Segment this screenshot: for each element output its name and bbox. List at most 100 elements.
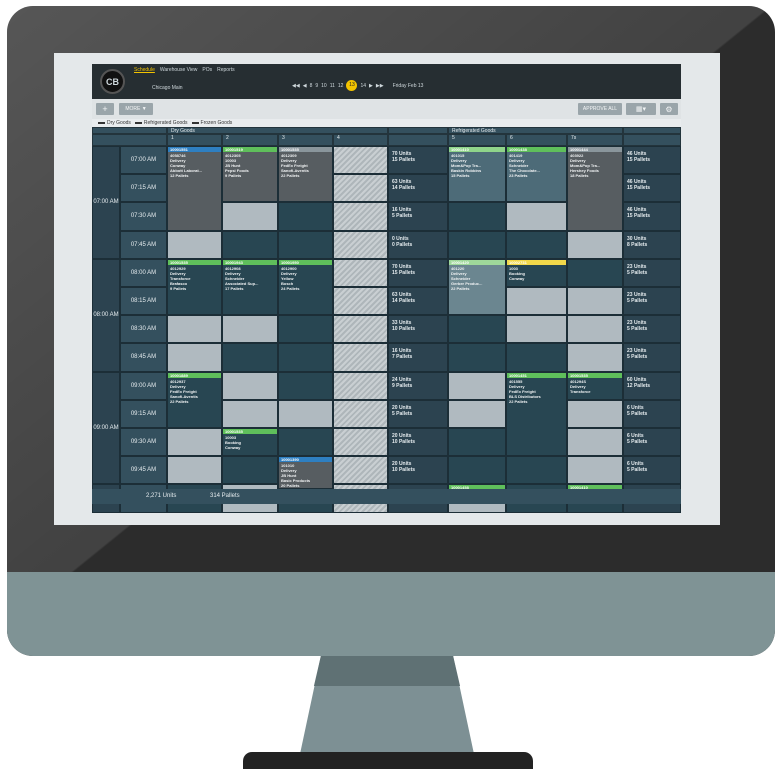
location-label[interactable]: Chicago Main xyxy=(152,85,183,91)
appointment-card[interactable]: 10001889 4012937 Delivery FedEx Freight Sano… xyxy=(167,371,222,428)
door-header-6[interactable]: 6 xyxy=(506,134,567,146)
door-header-blank xyxy=(92,134,167,146)
slot-cell[interactable] xyxy=(506,343,567,372)
view-switch-icon[interactable]: ▦▾ xyxy=(626,103,656,115)
slot-cell[interactable] xyxy=(448,371,506,400)
slot-cell[interactable] xyxy=(333,456,388,485)
slot-cell[interactable] xyxy=(506,456,567,485)
app-logo[interactable]: CB xyxy=(100,69,125,94)
approve-all-button[interactable]: APPROVE ALL xyxy=(578,103,622,115)
slot-cell[interactable] xyxy=(167,315,222,344)
slot-cell[interactable] xyxy=(333,287,388,316)
slot-cell[interactable] xyxy=(278,399,333,428)
prev-week-icon[interactable]: ◀◀ xyxy=(292,83,300,89)
door-header-1[interactable]: 1 xyxy=(167,134,222,146)
time-slot: 09:30 AM xyxy=(120,428,167,457)
slot-cell[interactable] xyxy=(567,315,623,344)
slot-cell[interactable] xyxy=(448,399,506,428)
appointment-card[interactable]: 10001438 401419 Delivery Schneider The Choco… xyxy=(506,146,567,203)
slot-cell[interactable] xyxy=(567,287,623,316)
nav-reports[interactable]: Reports xyxy=(217,67,235,73)
door-header-3[interactable]: 3 xyxy=(278,134,333,146)
slot-cell[interactable] xyxy=(167,343,222,372)
next-day-icon[interactable]: ▶ xyxy=(369,83,373,89)
slot-cell[interactable] xyxy=(333,399,388,428)
slot-cell[interactable] xyxy=(278,202,333,231)
slot-cell[interactable] xyxy=(333,315,388,344)
slot-cell[interactable] xyxy=(278,230,333,259)
door-header-5[interactable]: 5 xyxy=(448,134,506,146)
slot-cell[interactable] xyxy=(506,230,567,259)
slot-cell[interactable] xyxy=(567,230,623,259)
slot-cell[interactable] xyxy=(278,428,333,457)
slot-cell[interactable] xyxy=(167,428,222,457)
slot-cell[interactable] xyxy=(222,202,278,231)
appointment-card[interactable]: 10001535 4012309 Delivery FedEx Freight Sano… xyxy=(278,146,333,203)
appointment-card[interactable]: 10001950 4012900 Delivery Yellow Bosch 24 Pal… xyxy=(278,258,333,316)
slot-cell[interactable] xyxy=(506,315,567,344)
appointment-card[interactable]: 10001551 4058746 Delivery Conway Abbott Labo… xyxy=(167,146,222,231)
day-13-selected[interactable]: 13 xyxy=(346,80,358,91)
slot-cell[interactable] xyxy=(448,230,506,259)
prev-day-icon[interactable]: ◀ xyxy=(303,83,307,89)
slot-cell[interactable] xyxy=(506,287,567,316)
day-11[interactable]: 11 xyxy=(330,83,335,89)
appointment-card[interactable]: 10001444 403922 Delivery Mom&Pop Tra... Hers… xyxy=(567,146,623,231)
nav-warehouse-view[interactable]: Warehouse View xyxy=(160,67,198,73)
appointment-card[interactable]: 10001943 4012908 Delivery Schneider Associat… xyxy=(222,258,278,316)
appointment-card[interactable]: 10001535 10003 Booking Conway xyxy=(222,428,278,457)
slot-cell[interactable] xyxy=(222,456,278,485)
slot-cell[interactable] xyxy=(333,258,388,287)
slot-cell[interactable] xyxy=(567,258,623,287)
slot-cell[interactable] xyxy=(333,174,388,203)
day-10[interactable]: 10 xyxy=(321,83,327,89)
slot-cell[interactable] xyxy=(567,343,623,372)
slot-cell[interactable] xyxy=(448,202,506,231)
nav-pos[interactable]: POs xyxy=(202,67,212,73)
day-14[interactable]: 14 xyxy=(360,83,366,89)
nav-schedule[interactable]: Schedule xyxy=(134,67,155,73)
slot-cell[interactable] xyxy=(448,315,506,344)
door-header-7s[interactable]: 7s xyxy=(567,134,623,146)
day-9[interactable]: 9 xyxy=(315,83,318,89)
slot-cell[interactable] xyxy=(333,202,388,231)
slot-cell[interactable] xyxy=(278,343,333,372)
slot-cell[interactable] xyxy=(567,456,623,485)
slot-cell[interactable] xyxy=(567,399,623,428)
appointment-card[interactable]: 10001535 4012929 Delivery Transforce Brafasc… xyxy=(167,258,222,316)
door-header-4[interactable]: 4 xyxy=(333,134,388,146)
slot-cell[interactable] xyxy=(448,456,506,485)
day-12[interactable]: 12 xyxy=(338,83,344,89)
appointment-card[interactable]: 10001420 401220 Delivery Schneider Gerber Pr… xyxy=(448,258,506,316)
slot-cell[interactable] xyxy=(333,371,388,400)
slot-cell[interactable] xyxy=(222,315,278,344)
appointment-card[interactable]: 10001519 4012305 10003 JB Hunt Pepsi Foods 9 … xyxy=(222,146,278,203)
slot-cell[interactable] xyxy=(222,343,278,372)
add-button[interactable]: + xyxy=(96,103,114,115)
slot-cell[interactable] xyxy=(167,230,222,259)
appointment-card[interactable]: 10001390 101010 Delivery JB Hunt Basic Produ… xyxy=(278,456,333,489)
appointment-card[interactable]: 10001535 401294S Delivery Transforce xyxy=(567,371,623,400)
slot-cell[interactable] xyxy=(333,343,388,372)
slot-cell[interactable] xyxy=(333,230,388,259)
slot-cell[interactable] xyxy=(167,456,222,485)
slot-cell[interactable] xyxy=(222,371,278,400)
appointment-card[interactable]: 10001410 401015 Delivery Mom&Pop Tra... Bask… xyxy=(448,146,506,203)
next-week-icon[interactable]: ▶▶ xyxy=(376,83,384,89)
slot-cell[interactable] xyxy=(222,399,278,428)
slot-cell[interactable] xyxy=(506,202,567,231)
slot-cell[interactable] xyxy=(278,371,333,400)
day-8[interactable]: 8 xyxy=(310,83,313,89)
slot-cell[interactable] xyxy=(222,230,278,259)
appointment-card[interactable]: 10002731 1003 Booking Conway xyxy=(506,258,567,287)
more-button[interactable]: MORE ▼ xyxy=(119,103,153,115)
slot-cell[interactable] xyxy=(448,428,506,457)
slot-cell[interactable] xyxy=(448,343,506,372)
door-header-2[interactable]: 2 xyxy=(222,134,278,146)
gear-icon[interactable]: ⚙ xyxy=(660,103,678,115)
appointment-card[interactable]: 10001451 401555 Delivery FedEx Freight BLS D… xyxy=(506,371,567,457)
slot-cell[interactable] xyxy=(567,428,623,457)
slot-cell[interactable] xyxy=(333,428,388,457)
slot-cell[interactable] xyxy=(278,315,333,344)
slot-cell[interactable] xyxy=(333,146,388,175)
